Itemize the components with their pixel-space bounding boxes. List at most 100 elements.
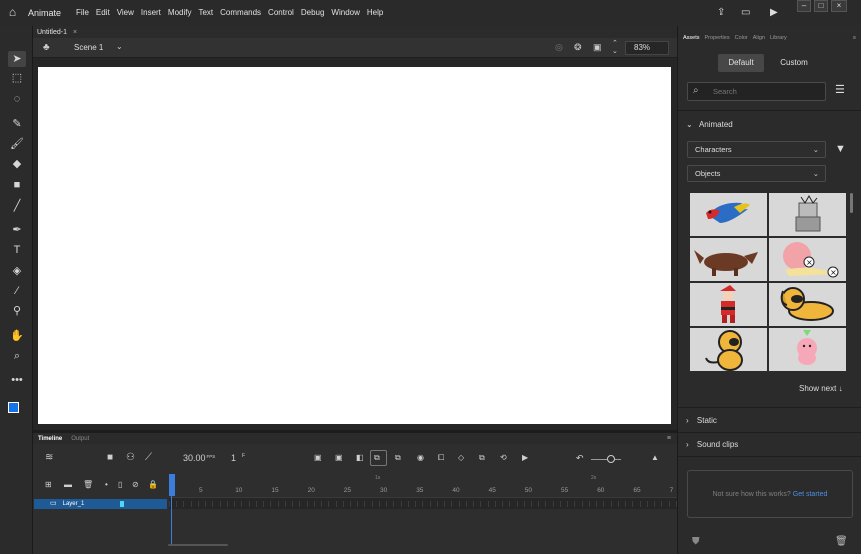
tween-options-icon[interactable]: ⧉ bbox=[479, 453, 485, 463]
document-tab[interactable]: Untitled-1 × bbox=[37, 27, 77, 38]
test-movie-icon[interactable]: ▶ bbox=[770, 7, 778, 18]
tab-color[interactable]: Color bbox=[735, 35, 748, 41]
insert-keyframe-icon[interactable]: ◉ bbox=[417, 453, 424, 462]
asset-thumbnail-parrot[interactable] bbox=[690, 193, 767, 236]
home-icon[interactable]: ⌂ bbox=[6, 6, 19, 19]
menu-debug[interactable]: Debug bbox=[301, 8, 325, 17]
tab-output[interactable]: Output bbox=[71, 436, 89, 442]
scene-name[interactable]: Scene 1 bbox=[74, 43, 103, 52]
menu-text[interactable]: Text bbox=[198, 8, 213, 17]
minimize-button[interactable]: – bbox=[797, 0, 811, 12]
layer-color-chip[interactable] bbox=[120, 501, 124, 507]
menu-help[interactable]: Help bbox=[367, 8, 383, 17]
zoom-input[interactable]: 83% bbox=[625, 41, 669, 55]
layer-parenting-icon[interactable]: ⚇ bbox=[126, 452, 135, 463]
line-tool-icon[interactable]: ╱ bbox=[8, 198, 26, 214]
free-transform-tool-icon[interactable]: ⬚ bbox=[8, 70, 26, 86]
loop-playback-icon[interactable]: ⟲ bbox=[500, 453, 507, 462]
menu-edit[interactable]: Edit bbox=[96, 8, 110, 17]
thumbnails-scrollbar[interactable] bbox=[850, 193, 853, 213]
fps-display[interactable]: 30.00 FPS bbox=[183, 453, 215, 463]
menu-insert[interactable]: Insert bbox=[141, 8, 161, 17]
new-folder-icon[interactable]: ▬ bbox=[64, 480, 72, 489]
frame-grid[interactable] bbox=[169, 497, 677, 509]
text-tool-icon[interactable]: T bbox=[8, 242, 26, 258]
layer-row[interactable]: ▭ Layer_1 bbox=[34, 499, 167, 509]
show-next-link[interactable]: Show next ↓ bbox=[799, 384, 843, 393]
asset-thumbnail-dog-lying[interactable] bbox=[769, 283, 846, 326]
asset-thumbnail-pig[interactable] bbox=[769, 328, 846, 371]
menu-window[interactable]: Window bbox=[331, 8, 359, 17]
tab-align[interactable]: Align bbox=[753, 35, 765, 41]
panel-menu-icon[interactable]: ≡ bbox=[667, 435, 671, 442]
scene-dropdown-icon[interactable]: ⌄ bbox=[116, 42, 123, 51]
layers-icon[interactable]: ≋ bbox=[45, 452, 53, 463]
static-section-header[interactable]: › Static bbox=[686, 416, 717, 425]
edit-symbols-icon[interactable]: ❂ bbox=[574, 42, 582, 53]
custom-segment[interactable]: Custom bbox=[771, 54, 817, 72]
menu-commands[interactable]: Commands bbox=[220, 8, 261, 17]
menu-view[interactable]: View bbox=[117, 8, 134, 17]
tab-properties[interactable]: Properties bbox=[705, 35, 730, 41]
undo-zoom-icon[interactable]: ↶ bbox=[576, 453, 584, 464]
graph-icon[interactable]: ⟋ bbox=[145, 452, 152, 463]
asset-thumbnail-santa[interactable] bbox=[690, 283, 767, 326]
menu-file[interactable]: File bbox=[76, 8, 89, 17]
share-icon[interactable]: ⇪ bbox=[717, 7, 725, 18]
lasso-tool-icon[interactable]: ◌ bbox=[8, 91, 26, 107]
zoom-stepper-icon[interactable]: ⌃ ⌄ bbox=[612, 40, 618, 56]
timeline-scrollbar[interactable] bbox=[168, 544, 228, 546]
fill-color-swatch[interactable] bbox=[8, 402, 19, 413]
type-dropdown[interactable]: Objects ⌄ bbox=[687, 165, 826, 182]
asset-thumbnail-dog-sitting[interactable] bbox=[690, 328, 767, 371]
zoom-tool-icon[interactable]: ⌕ bbox=[8, 348, 26, 364]
rectangle-tool-icon[interactable]: ■ bbox=[8, 177, 26, 193]
paint-bucket-tool-icon[interactable]: ◈ bbox=[8, 263, 26, 279]
zoom-slider-handle[interactable] bbox=[607, 455, 615, 463]
outline-icon[interactable]: ▯ bbox=[118, 480, 122, 489]
workspace-icon[interactable]: ▭ bbox=[741, 7, 750, 18]
paint-brush-tool-icon[interactable]: 🖌 bbox=[8, 136, 26, 152]
edit-multiple-frames-icon[interactable]: ⧉ bbox=[395, 453, 401, 463]
clip-content-icon[interactable]: ▣ bbox=[593, 42, 602, 53]
eraser-tool-icon[interactable]: ◆ bbox=[8, 156, 26, 172]
lock-icon[interactable]: 🔒 bbox=[148, 480, 158, 489]
eyedropper-tool-icon[interactable]: ⁄ bbox=[8, 283, 26, 299]
insert-tween-icon[interactable]: ◇ bbox=[458, 453, 464, 462]
animated-section-header[interactable]: ⌄ Animated bbox=[686, 120, 733, 129]
new-layer-icon[interactable]: ⊞ bbox=[45, 480, 52, 489]
frame-display[interactable]: 1 F bbox=[231, 453, 245, 463]
close-button[interactable]: × bbox=[831, 0, 847, 12]
sound-section-header[interactable]: › Sound clips bbox=[686, 440, 738, 449]
loop-icon[interactable]: ▣ bbox=[335, 453, 343, 462]
center-stage-icon[interactable]: ◎ bbox=[555, 42, 563, 53]
delete-asset-icon[interactable]: 🗑 bbox=[835, 536, 848, 547]
timeline-zoom-slider[interactable] bbox=[591, 459, 621, 460]
camera-icon[interactable]: ■ bbox=[107, 452, 113, 463]
maximize-button[interactable]: □ bbox=[814, 0, 828, 12]
asset-thumbnail-robot[interactable] bbox=[769, 193, 846, 236]
blank-keyframe-icon[interactable]: ⧠ bbox=[438, 453, 444, 463]
stage-canvas[interactable] bbox=[38, 67, 671, 424]
menu-control[interactable]: Control bbox=[268, 8, 294, 17]
selection-tool-icon[interactable]: ➤ bbox=[8, 51, 26, 67]
tab-library[interactable]: Library bbox=[770, 35, 787, 41]
center-frame-icon[interactable]: ▣ bbox=[314, 453, 322, 462]
pen-tool-icon[interactable]: ✒ bbox=[8, 222, 26, 238]
play-icon[interactable]: ▶ bbox=[522, 453, 528, 462]
brush-tool-icon[interactable]: ✎ bbox=[8, 116, 26, 132]
hand-tool-icon[interactable]: ✋ bbox=[8, 328, 26, 344]
assets-search-input[interactable]: Search bbox=[687, 82, 826, 101]
playhead[interactable] bbox=[169, 474, 175, 496]
asset-thumbnail-wolf[interactable] bbox=[690, 238, 767, 281]
panel-options-icon[interactable]: ≡ bbox=[853, 35, 856, 41]
mountain-zoom-icon[interactable]: ▲ bbox=[651, 453, 659, 462]
close-tab-icon[interactable]: × bbox=[73, 29, 77, 36]
menu-modify[interactable]: Modify bbox=[168, 8, 192, 17]
add-asset-icon[interactable]: ⛊ bbox=[692, 536, 700, 547]
onion-skin-icon[interactable]: ◧ bbox=[356, 453, 364, 462]
delete-layer-icon[interactable]: 🗑 bbox=[83, 480, 93, 489]
filter-icon[interactable]: ▼ bbox=[835, 143, 846, 155]
highlight-icon[interactable]: • bbox=[105, 480, 108, 489]
get-started-link[interactable]: Get started bbox=[793, 491, 828, 498]
